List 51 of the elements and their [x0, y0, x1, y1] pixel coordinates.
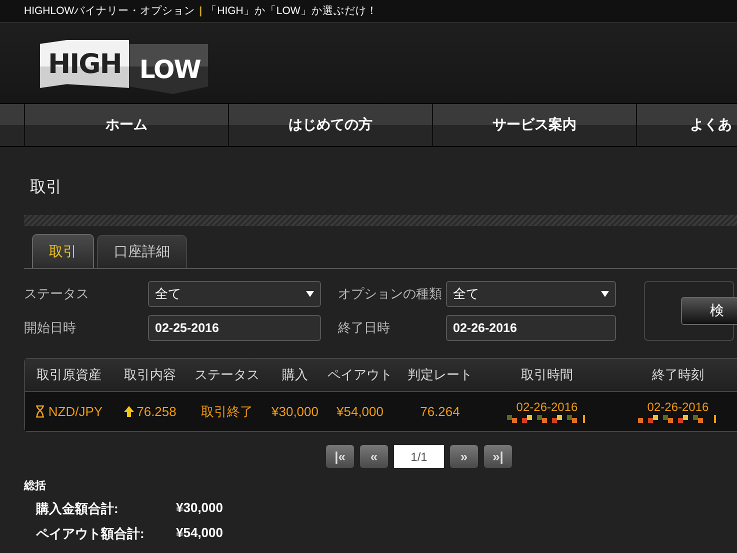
table-cell: ¥30,000 [272, 404, 318, 419]
next-page-button[interactable]: » [450, 445, 478, 468]
table-cell: 取引終了 [201, 402, 253, 420]
nav-link[interactable]: サービス案内 [433, 104, 637, 146]
nav-link[interactable]: ホーム [25, 104, 229, 146]
tagline-separator: | [199, 5, 202, 17]
previous-page-button[interactable]: « [360, 445, 388, 468]
nav-link[interactable]: はじめての方 [229, 104, 433, 146]
filter-label: ステータス [24, 285, 90, 304]
table-cell: 76.264 [420, 404, 460, 419]
page-title: 取引 [29, 178, 63, 198]
tab[interactable]: 取引 [32, 234, 94, 268]
first-page-button[interactable]: |« [326, 445, 354, 468]
summary-label: ペイアウト額合計: [36, 525, 146, 543]
filter-label: 開始日時 [24, 318, 77, 337]
column-header: 取引原資産 [25, 359, 113, 391]
last-page-button[interactable]: »| [484, 445, 512, 468]
summary-title: 総括 [24, 479, 47, 493]
dropdown-caret-icon [306, 290, 314, 298]
up-arrow-icon [124, 405, 134, 418]
dropdown-caret-icon [601, 290, 609, 298]
filter-label: 終了日時 [337, 318, 391, 337]
nav-link[interactable]: よくあ [637, 104, 737, 146]
filter-label: オプションの種類 [337, 285, 443, 304]
column-header: 判定レート [397, 359, 483, 391]
table-cell: NZD/JPY [48, 404, 103, 419]
date-input-field[interactable]: 02-26-2016 [446, 314, 616, 341]
site-tagline: HIGHLOWバイナリー・オプション [24, 4, 196, 18]
column-header: ステータス [187, 359, 267, 391]
dropdown-field[interactable]: 全て [148, 281, 321, 308]
summary-label: 購入金額合計: [36, 500, 120, 518]
dropdown-field[interactable]: 全て [446, 281, 616, 308]
logo-high-badge[interactable]: HIGH [40, 40, 130, 88]
summary-value: ¥54,000 [176, 525, 224, 542]
summary-value: ¥30,000 [176, 500, 224, 517]
page-indicator: 1/1 [394, 445, 444, 468]
hourglass-icon [35, 405, 46, 418]
column-header: 終了時刻 [611, 359, 737, 391]
search-button[interactable]: 検 [681, 297, 737, 325]
date-input-field[interactable]: 02-25-2016 [148, 314, 321, 341]
logo-low-badge[interactable]: LOW [129, 44, 208, 94]
table-cell: 02-26-2016 [647, 400, 709, 414]
table-cell: ¥54,000 [336, 404, 384, 419]
column-header: 取引時間 [483, 359, 611, 391]
tab[interactable]: 口座詳細 [97, 235, 187, 268]
table-cell: 76.258 [136, 404, 176, 419]
table-cell: 02-26-2016 [516, 400, 578, 414]
column-header: 購入 [267, 359, 323, 391]
column-header: 取引内容 [113, 359, 187, 391]
column-header: ペイアウト [323, 359, 397, 391]
site-tagline: 「HIGH」か「LOW」か選ぶだけ！ [206, 4, 378, 18]
